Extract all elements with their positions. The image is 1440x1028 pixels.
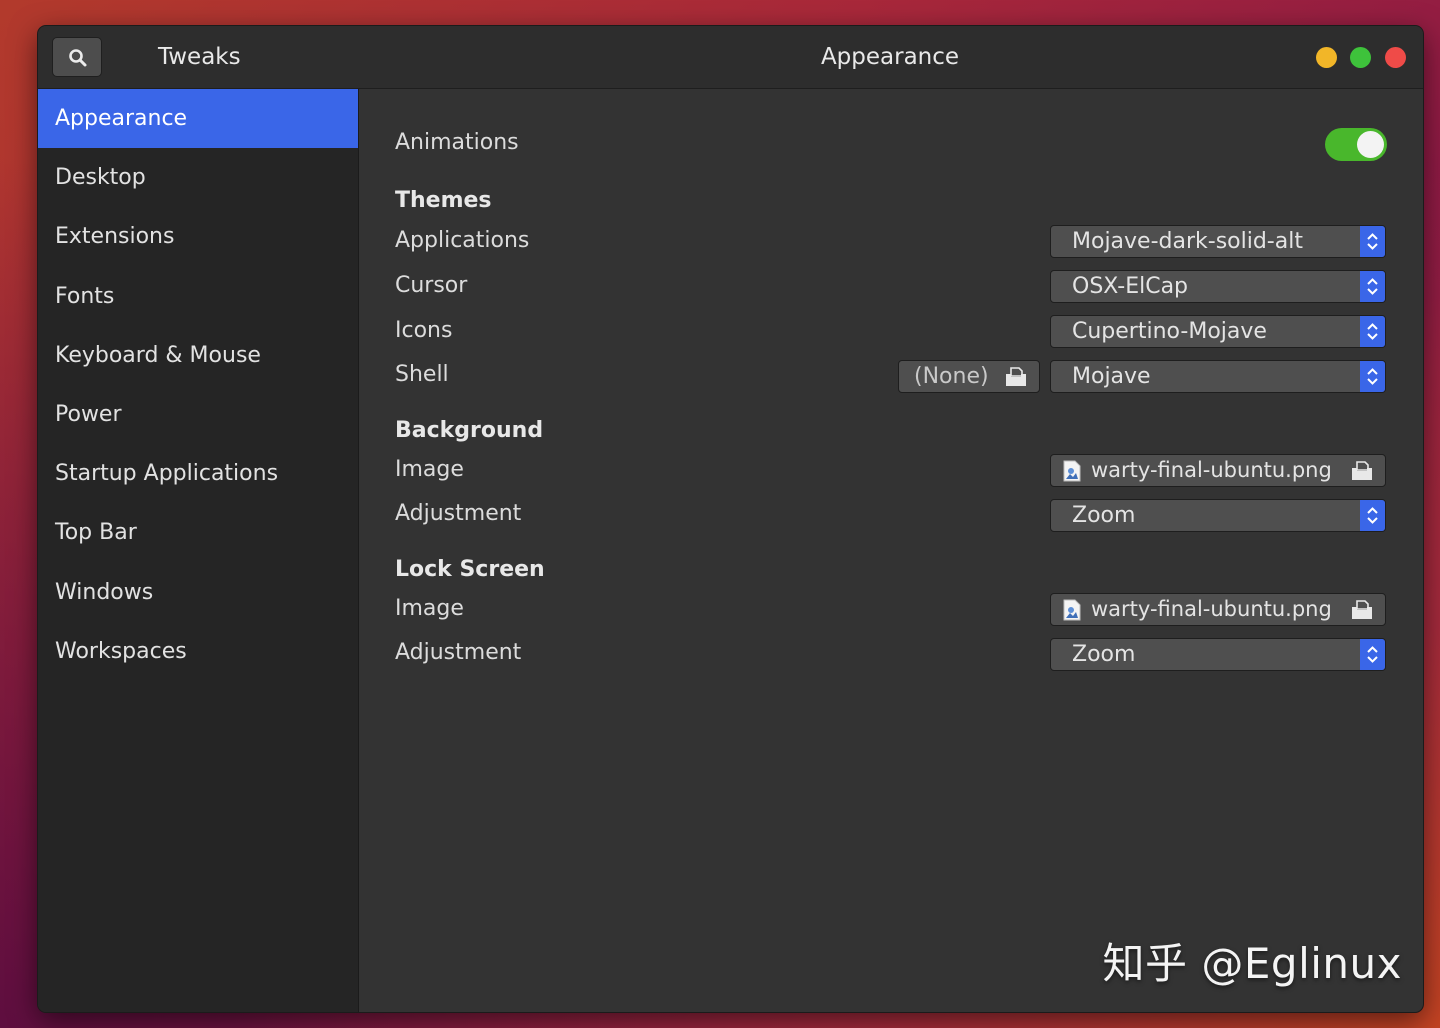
sidebar: Appearance Desktop Extensions Fonts Keyb… bbox=[38, 89, 359, 1012]
applications-theme-value: Mojave-dark-solid-alt bbox=[1072, 229, 1303, 254]
tweaks-window: Tweaks Appearance Appearance Desktop Ext… bbox=[38, 26, 1423, 1012]
page-title: Appearance bbox=[820, 44, 960, 70]
icons-theme-value: Cupertino-Mojave bbox=[1072, 319, 1267, 344]
sidebar-item-keyboard-mouse[interactable]: Keyboard & Mouse bbox=[38, 326, 358, 385]
applications-label: Applications bbox=[395, 228, 530, 253]
background-heading: Background bbox=[395, 418, 544, 443]
background-image-label: Image bbox=[395, 457, 464, 482]
shell-file-chooser-button[interactable]: (None) bbox=[898, 360, 1040, 393]
cursor-label: Cursor bbox=[395, 273, 468, 298]
sidebar-item-fonts[interactable]: Fonts bbox=[38, 267, 358, 326]
updown-arrow-icon bbox=[1360, 500, 1385, 531]
background-image-chooser[interactable]: warty-final-ubuntu.png bbox=[1050, 454, 1386, 487]
app-title: Tweaks bbox=[158, 44, 241, 70]
search-icon bbox=[69, 49, 87, 67]
background-adjustment-select[interactable]: Zoom bbox=[1050, 499, 1386, 532]
sidebar-item-extensions[interactable]: Extensions bbox=[38, 207, 358, 266]
image-file-icon bbox=[1063, 460, 1081, 482]
settings-panel: Animations Themes Applications Mojave-da… bbox=[359, 89, 1423, 1012]
shell-label: Shell bbox=[395, 362, 449, 387]
updown-arrow-icon bbox=[1360, 316, 1385, 347]
watermark: 知乎 @Eglinux bbox=[1102, 939, 1402, 988]
themes-heading: Themes bbox=[395, 188, 492, 213]
lock-screen-image-chooser[interactable]: warty-final-ubuntu.png bbox=[1050, 593, 1386, 626]
search-button[interactable] bbox=[52, 37, 102, 77]
sidebar-item-startup-applications[interactable]: Startup Applications bbox=[38, 444, 358, 503]
lock-screen-adjustment-select[interactable]: Zoom bbox=[1050, 638, 1386, 671]
animations-toggle[interactable] bbox=[1325, 128, 1387, 161]
lock-screen-image-label: Image bbox=[395, 596, 464, 621]
sidebar-item-desktop[interactable]: Desktop bbox=[38, 148, 358, 207]
document-open-icon bbox=[1352, 461, 1372, 480]
updown-arrow-icon bbox=[1360, 361, 1385, 392]
sidebar-item-workspaces[interactable]: Workspaces bbox=[38, 622, 358, 681]
sidebar-item-appearance[interactable]: Appearance bbox=[38, 89, 358, 149]
sidebar-item-top-bar[interactable]: Top Bar bbox=[38, 503, 358, 562]
lock-screen-adjustment-value: Zoom bbox=[1072, 642, 1136, 667]
icons-theme-select[interactable]: Cupertino-Mojave bbox=[1050, 315, 1386, 348]
minimize-button[interactable] bbox=[1316, 47, 1337, 68]
background-adjustment-label: Adjustment bbox=[395, 501, 522, 526]
sidebar-item-power[interactable]: Power bbox=[38, 385, 358, 444]
cursor-theme-value: OSX-ElCap bbox=[1072, 274, 1189, 299]
lock-screen-heading: Lock Screen bbox=[395, 557, 545, 582]
shell-theme-select[interactable]: Mojave bbox=[1050, 360, 1386, 393]
background-adjustment-value: Zoom bbox=[1072, 503, 1136, 528]
animations-label: Animations bbox=[395, 130, 519, 155]
updown-arrow-icon bbox=[1360, 226, 1385, 257]
lock-screen-adjustment-label: Adjustment bbox=[395, 640, 522, 665]
sidebar-item-windows[interactable]: Windows bbox=[38, 563, 358, 622]
icons-label: Icons bbox=[395, 318, 453, 343]
maximize-button[interactable] bbox=[1350, 47, 1371, 68]
document-open-icon bbox=[1352, 600, 1372, 619]
lock-screen-image-value: warty-final-ubuntu.png bbox=[1091, 597, 1332, 621]
background-image-value: warty-final-ubuntu.png bbox=[1091, 458, 1332, 482]
shell-theme-value: Mojave bbox=[1072, 364, 1151, 389]
document-open-icon bbox=[1006, 367, 1026, 386]
header-bar: Tweaks Appearance bbox=[38, 26, 1423, 89]
applications-theme-select[interactable]: Mojave-dark-solid-alt bbox=[1050, 225, 1386, 258]
toggle-knob bbox=[1357, 131, 1384, 158]
updown-arrow-icon bbox=[1360, 639, 1385, 670]
cursor-theme-select[interactable]: OSX-ElCap bbox=[1050, 270, 1386, 303]
shell-file-value: (None) bbox=[914, 364, 989, 389]
close-button[interactable] bbox=[1385, 47, 1406, 68]
image-file-icon bbox=[1063, 599, 1081, 621]
updown-arrow-icon bbox=[1360, 271, 1385, 302]
